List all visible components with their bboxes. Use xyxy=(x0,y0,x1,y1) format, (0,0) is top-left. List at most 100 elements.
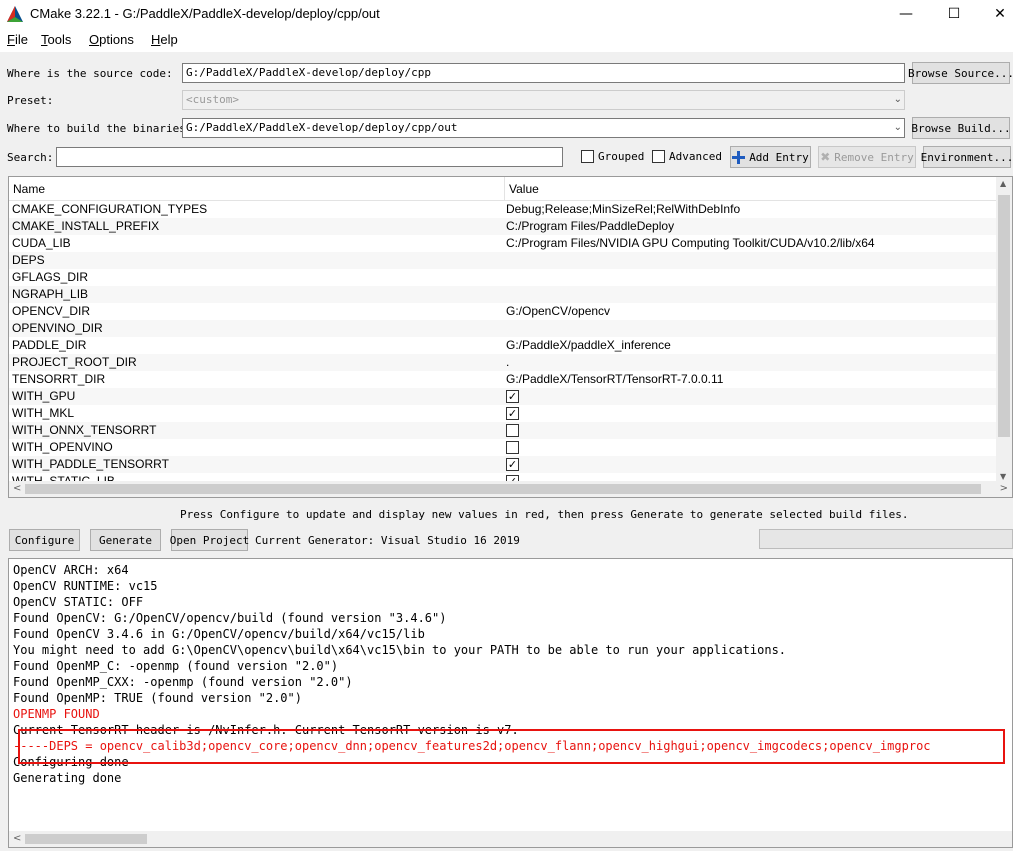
row-value[interactable]: G:/PaddleX/paddleX_inference xyxy=(506,338,671,352)
grouped-label: Grouped xyxy=(598,150,645,163)
row-name: CUDA_LIB xyxy=(12,236,71,250)
log-line: Found OpenMP: TRUE (found version "2.0") xyxy=(13,691,302,705)
menu-tools-label: ools xyxy=(47,32,72,47)
output-log[interactable]: OpenCV ARCH: x64 OpenCV RUNTIME: vc15 Op… xyxy=(8,558,1013,848)
add-entry-button[interactable]: Add Entry xyxy=(730,146,811,168)
value-checkbox[interactable] xyxy=(506,441,519,454)
menu-file-mnemonic: F xyxy=(7,32,15,47)
table-row[interactable]: OPENVINO_DIR xyxy=(9,320,997,337)
menu-bar: File Tools Options Help xyxy=(0,28,1013,52)
table-row[interactable]: CUDA_LIB C:/Program Files/NVIDIA GPU Comp… xyxy=(9,235,997,252)
row-value[interactable]: Debug;Release;MinSizeRel;RelWithDebInfo xyxy=(506,202,740,216)
build-combo[interactable]: G:/PaddleX/PaddleX-develop/deploy/cpp/ou… xyxy=(182,118,905,138)
row-name: OPENCV_DIR xyxy=(12,304,91,318)
table-row[interactable]: WITH_MKL ✓ xyxy=(9,405,997,422)
row-value[interactable]: G:/OpenCV/opencv xyxy=(506,304,610,318)
close-button[interactable]: ✕ xyxy=(977,0,1013,28)
log-line: OpenCV RUNTIME: vc15 xyxy=(13,579,158,593)
table-row[interactable]: PROJECT_ROOT_DIR. xyxy=(9,354,997,371)
horizontal-scroll-thumb[interactable] xyxy=(25,484,981,494)
progress-bar xyxy=(759,529,1013,549)
row-name: WITH_PADDLE_TENSORRT xyxy=(12,457,169,471)
log-line: Generating done xyxy=(13,771,122,785)
title-bar: CMake 3.22.1 - G:/PaddleX/PaddleX-develo… xyxy=(0,0,1013,28)
scroll-left-icon[interactable]: < xyxy=(13,833,21,844)
search-label: Search: xyxy=(7,151,54,164)
row-name: CMAKE_CONFIGURATION_TYPES xyxy=(12,202,208,216)
remove-icon: ✖ xyxy=(820,150,831,164)
configure-button[interactable]: Configure xyxy=(9,529,80,551)
table-row[interactable]: GFLAGS_DIR xyxy=(9,269,997,286)
menu-options[interactable]: Options xyxy=(89,32,134,47)
maximize-button[interactable]: ☐ xyxy=(931,0,977,28)
remove-entry-button[interactable]: ✖ Remove Entry xyxy=(818,146,916,168)
value-checkbox[interactable] xyxy=(506,424,519,437)
output-horizontal-scrollbar[interactable]: < xyxy=(9,831,1012,847)
row-name: NGRAPH_LIB xyxy=(12,287,89,301)
chevron-down-icon[interactable]: ⌄ xyxy=(894,122,902,133)
search-input[interactable] xyxy=(56,147,563,167)
column-header-name[interactable]: Name xyxy=(9,177,504,201)
log-line: OpenCV STATIC: OFF xyxy=(13,595,144,609)
row-name: CMAKE_INSTALL_PREFIX xyxy=(12,219,160,233)
row-value[interactable]: . xyxy=(506,355,509,369)
menu-file[interactable]: File xyxy=(7,32,28,47)
grouped-checkbox[interactable]: Grouped xyxy=(581,150,644,163)
table-row[interactable]: WITH_PADDLE_TENSORRT ✓ xyxy=(9,456,997,473)
scroll-right-icon[interactable]: > xyxy=(1000,483,1008,494)
highlight-box xyxy=(18,729,1005,764)
scroll-down-icon[interactable]: ▼ xyxy=(1000,472,1006,481)
menu-help-mnemonic: H xyxy=(151,32,161,47)
table-row[interactable]: WITH_OPENVINO xyxy=(9,439,997,456)
row-value[interactable]: G:/PaddleX/TensorRT/TensorRT-7.0.0.11 xyxy=(506,372,723,386)
table-row[interactable]: WITH_GPU ✓ xyxy=(9,388,997,405)
log-line: Found OpenMP_CXX: -openmp (found version… xyxy=(13,675,353,689)
row-value[interactable]: C:/Program Files/NVIDIA GPU Computing To… xyxy=(506,236,875,250)
row-name: WITH_ONNX_TENSORRT xyxy=(12,423,157,437)
vertical-scroll-thumb[interactable] xyxy=(998,195,1010,437)
table-row[interactable]: WITH_ONNX_TENSORRT xyxy=(9,422,997,439)
grouped-checkbox-box[interactable] xyxy=(581,150,594,163)
advanced-checkbox-box[interactable] xyxy=(652,150,665,163)
generate-button[interactable]: Generate xyxy=(90,529,161,551)
column-header-value[interactable]: Value xyxy=(504,177,997,201)
table-row[interactable]: DEPS xyxy=(9,252,997,269)
scroll-up-icon[interactable]: ▲ xyxy=(1000,179,1006,188)
row-name: WITH_GPU xyxy=(12,389,76,403)
value-checkbox[interactable]: ✓ xyxy=(506,390,519,403)
value-checkbox[interactable]: ✓ xyxy=(506,407,519,420)
table-row[interactable]: CMAKE_INSTALL_PREFIX C:/Program Files/Pad… xyxy=(9,218,997,235)
menu-file-label: ile xyxy=(14,32,28,47)
log-line: OpenCV ARCH: x64 xyxy=(13,563,129,577)
row-value[interactable]: C:/Program Files/PaddleDeploy xyxy=(506,219,674,233)
preset-select: <custom> ⌄ xyxy=(182,90,905,110)
table-row[interactable]: TENSORRT_DIR G:/PaddleX/TensorRT/TensorRT… xyxy=(9,371,997,388)
preset-value: <custom> xyxy=(186,93,239,106)
advanced-label: Advanced xyxy=(669,150,722,163)
row-name: WITH_OPENVINO xyxy=(12,440,113,454)
row-name: GFLAGS_DIR xyxy=(12,270,89,284)
menu-options-label: ptions xyxy=(99,32,134,47)
current-generator: Current Generator: Visual Studio 16 2019 xyxy=(255,534,520,547)
open-project-button[interactable]: Open Project xyxy=(170,529,249,551)
advanced-checkbox[interactable]: Advanced xyxy=(652,150,722,163)
output-scroll-thumb[interactable] xyxy=(25,834,147,844)
table-row[interactable]: OPENCV_DIR G:/OpenCV/opencv xyxy=(9,303,997,320)
horizontal-scrollbar[interactable]: < > xyxy=(9,481,1012,497)
row-name: DEPS xyxy=(12,253,45,267)
environment-button[interactable]: Environment... xyxy=(921,146,1013,168)
scroll-left-icon[interactable]: < xyxy=(13,483,21,494)
log-line: Found OpenCV 3.4.6 in G:/OpenCV/opencv/b… xyxy=(13,627,425,641)
minimize-button[interactable]: — xyxy=(883,0,929,28)
browse-build-button[interactable]: Browse Build... xyxy=(911,117,1011,139)
table-row[interactable]: PADDLE_DIR G:/PaddleX/paddleX_inference xyxy=(9,337,997,354)
value-checkbox[interactable]: ✓ xyxy=(506,458,519,471)
menu-tools[interactable]: Tools xyxy=(41,32,71,47)
browse-source-button[interactable]: Browse Source... xyxy=(908,62,1013,84)
build-label: Where to build the binaries: xyxy=(7,122,193,135)
table-row[interactable]: CMAKE_CONFIGURATION_TYPES Debug;Release;M… xyxy=(9,201,997,218)
vertical-scrollbar[interactable]: ▲ ▼ xyxy=(996,177,1012,483)
source-input[interactable]: G:/PaddleX/PaddleX-develop/deploy/cpp xyxy=(182,63,905,83)
menu-help[interactable]: Help xyxy=(151,32,178,47)
table-row[interactable]: NGRAPH_LIB xyxy=(9,286,997,303)
